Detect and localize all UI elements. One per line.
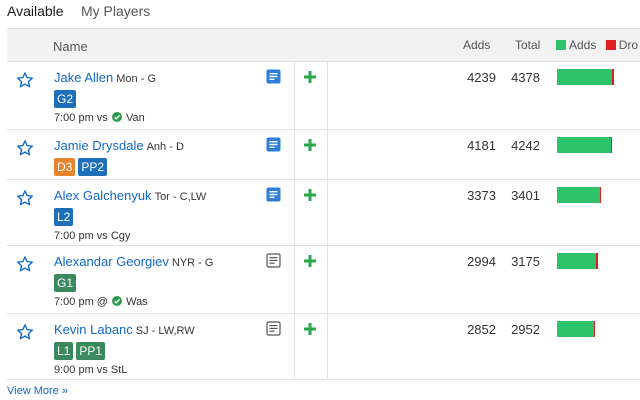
tab-available[interactable]: Available [7, 3, 64, 19]
adds-drops-bar [557, 321, 595, 337]
badge-group: G1 [54, 274, 213, 292]
line-badge: D3 [54, 158, 76, 176]
total-value: 2952 [511, 322, 540, 337]
total-value: 4378 [511, 70, 540, 85]
line-badge: G1 [54, 274, 77, 292]
game-info: 7:00 pm vs Cgy [54, 230, 206, 242]
game-time: 7:00 pm vs Cgy [54, 230, 131, 242]
game-opponent: Was [126, 296, 148, 308]
legend-drops-swatch [605, 40, 616, 50]
table-row: Kevin Labanc SJ - LW,RW L1 PP1 9:00 pm vs St… [7, 314, 640, 380]
badge-group: L2 [54, 208, 206, 226]
drops-bar-segment [596, 253, 598, 269]
game-info: 7:00 pm vs Van [54, 112, 156, 124]
legend-drops-label: Dro [618, 38, 639, 52]
column-header-adds[interactable]: Adds [463, 38, 490, 52]
total-value: 3175 [511, 254, 540, 269]
table-row: Jamie Drysdale Anh - D D3 PP2 4181 4242 [7, 130, 640, 180]
line-badge: G2 [54, 90, 77, 108]
column-header-total[interactable]: Total [515, 38, 540, 52]
game-time: 9:00 pm vs StL [54, 364, 128, 376]
column-header-name[interactable]: Name [53, 39, 88, 54]
legend-adds-swatch [556, 40, 566, 50]
badge-group: D3 PP2 [54, 158, 184, 176]
line-badge: L2 [54, 208, 74, 226]
game-info: 9:00 pm vs StL [54, 364, 195, 376]
game-time: 7:00 pm @ [54, 296, 108, 308]
drops-bar-segment [612, 69, 614, 85]
line-badge: PP2 [78, 158, 108, 176]
total-value: 4242 [511, 138, 540, 153]
table-row: Jake Allen Mon - G G2 7:00 pm vs Van 4239 437… [7, 62, 640, 130]
bar-legend: Adds Dro [556, 38, 640, 52]
badge-group: G2 [54, 90, 156, 108]
legend-drops: Dro [605, 38, 639, 52]
check-circle-icon [112, 296, 123, 306]
adds-drops-bar [557, 187, 601, 203]
total-value: 3401 [511, 188, 540, 203]
game-time: 7:00 pm vs [54, 112, 108, 124]
view-more-link[interactable]: View More » [7, 385, 68, 397]
game-info: 7:00 pm @ Was [54, 296, 213, 308]
line-badge: L1 [54, 342, 74, 360]
adds-drops-bar [557, 253, 598, 269]
legend-adds: Adds [556, 38, 596, 52]
legend-adds-label: Adds [569, 38, 597, 52]
drops-bar-segment [594, 321, 595, 337]
players-table: Name Adds Total Adds Dro Jake Allen Mon -… [7, 28, 640, 380]
game-opponent: Van [125, 112, 145, 124]
badge-group: L1 PP1 [54, 342, 195, 360]
adds-drops-bar [557, 137, 612, 153]
line-badge: PP1 [76, 342, 106, 360]
table-row: Alexandar Georgiev NYR - G G1 7:00 pm @ Was… [7, 246, 640, 314]
adds-drops-bar [557, 69, 614, 85]
tab-bar: Available My Players [0, 0, 640, 26]
tab-my-players[interactable]: My Players [81, 3, 150, 19]
table-row: Alex Galchenyuk Tor - C,LW L2 7:00 pm vs Cg… [7, 180, 640, 246]
drops-bar-segment [611, 137, 612, 153]
check-circle-icon [111, 112, 122, 122]
table-header: Name Adds Total Adds Dro [7, 28, 640, 62]
drops-bar-segment [600, 187, 601, 203]
